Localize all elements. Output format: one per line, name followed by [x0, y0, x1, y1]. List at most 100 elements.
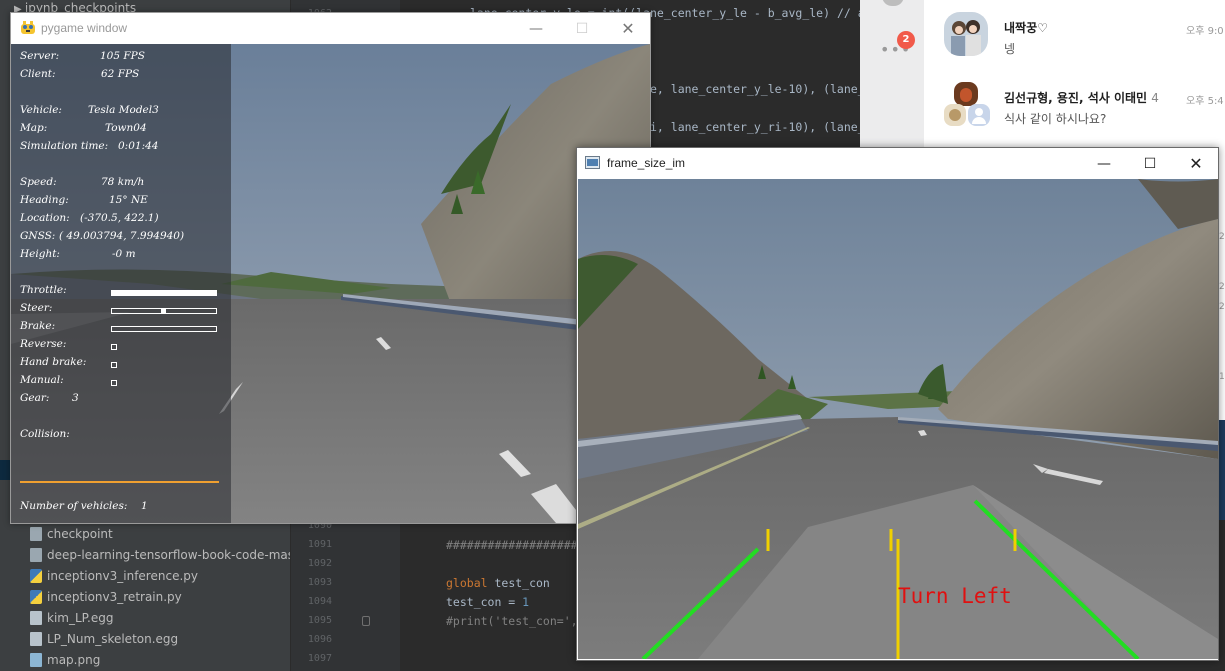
- left-lane-line: [641, 547, 760, 659]
- chat-last-message: 넹: [1004, 42, 1016, 56]
- breakpoint-marker[interactable]: [362, 616, 370, 626]
- close-button[interactable]: ✕: [1173, 148, 1219, 179]
- unread-badge: 2: [897, 31, 915, 49]
- hud-label: Location:: [20, 212, 70, 224]
- reverse-checkbox: [111, 344, 117, 350]
- tree-file-zip[interactable]: deep-learning-tensorflow-book-code-maste…: [30, 548, 320, 562]
- hud-value: 105 FPS: [100, 50, 145, 62]
- hud-label: GNSS:: [20, 230, 56, 242]
- chat-last-message: 식사 같이 하시나요?: [1004, 112, 1107, 126]
- zip-icon: [30, 548, 42, 562]
- hud-label: Reverse:: [20, 338, 67, 350]
- minimize-button[interactable]: —: [513, 13, 559, 44]
- hud-value: 3: [72, 392, 79, 404]
- chat-name: 김선규형, 용진, 석사 이태민 4: [1004, 89, 1159, 106]
- chat-bubble-icon[interactable]: [882, 0, 904, 6]
- lane-detection-view[interactable]: Turn Left: [578, 179, 1218, 659]
- hud-label: Vehicle:: [20, 104, 62, 116]
- line-number: 1096: [307, 634, 332, 645]
- manual-checkbox: [111, 380, 117, 386]
- hud-value: Town04: [105, 122, 147, 134]
- tree-file-label: inceptionv3_retrain.py: [47, 590, 182, 604]
- right-lane-line: [973, 499, 1140, 659]
- code-line: e, lane_center_y_le-10), (lane_cent: [650, 82, 893, 96]
- edge-char: 2: [1219, 232, 1225, 242]
- frame-titlebar[interactable]: frame_size_im — ☐ ✕: [577, 148, 1218, 179]
- throttle-bar: [111, 290, 217, 296]
- hud-label: Hand brake:: [20, 356, 87, 368]
- tree-file-kim-lp[interactable]: kim_LP.egg: [30, 611, 113, 625]
- background-window-edge: 2 2 2 1: [1219, 150, 1225, 420]
- line-number: 1093: [307, 577, 332, 588]
- tree-file-retrain[interactable]: inceptionv3_retrain.py: [30, 590, 182, 604]
- tree-file-label: inceptionv3_inference.py: [47, 569, 198, 583]
- line-number: 1092: [307, 558, 332, 569]
- edge-char: 1: [1219, 372, 1225, 382]
- hud-value: (-370.5, 422.1): [80, 212, 159, 224]
- frame-size-window[interactable]: frame_size_im — ☐ ✕ Turn Left: [576, 147, 1219, 661]
- file-icon: [30, 632, 42, 646]
- hud-label: Server:: [20, 50, 60, 62]
- hud-value: 15° NE: [109, 194, 148, 206]
- hud-label: Client:: [20, 68, 56, 80]
- tree-file-label: kim_LP.egg: [47, 611, 114, 625]
- window-title: pygame window: [41, 21, 128, 35]
- tree-file-lp-num[interactable]: LP_Num_skeleton.egg: [30, 632, 178, 646]
- maximize-button[interactable]: ☐: [1127, 148, 1173, 179]
- python-file-icon: [30, 590, 42, 604]
- simulation-view[interactable]: Server: 105 FPS Client: 62 FPS Vehicle: …: [11, 44, 650, 523]
- hud-label: Speed:: [20, 176, 57, 188]
- steer-indicator: [161, 308, 166, 314]
- image-file-icon: [30, 653, 42, 667]
- member-count: 4: [1151, 91, 1159, 105]
- close-button[interactable]: ✕: [605, 13, 651, 44]
- hud-value: Tesla Model3: [88, 104, 159, 116]
- hud-label: Manual:: [20, 374, 64, 386]
- hud-value: 0:01:44: [118, 140, 159, 152]
- avatar: [944, 12, 988, 56]
- hud-label: Simulation time:: [20, 140, 109, 152]
- tree-file-map[interactable]: map.png: [30, 653, 100, 667]
- steer-bar: [111, 308, 217, 314]
- hud-label: Heading:: [20, 194, 69, 206]
- tree-file-label: LP_Num_skeleton.egg: [47, 632, 179, 646]
- collision-graph: [20, 481, 219, 483]
- edge-char: 2: [1219, 302, 1225, 312]
- minimize-button[interactable]: —: [1081, 148, 1127, 179]
- hud-label: Collision:: [20, 428, 70, 440]
- code-line: i, lane_center_y_ri-10), (lane_cent: [650, 120, 893, 134]
- hud-value: 62 FPS: [101, 68, 140, 80]
- hud-label: Gear:: [20, 392, 50, 404]
- hud-value: -0 m: [112, 248, 136, 260]
- pygame-titlebar[interactable]: pygame window — ☐ ✕: [11, 13, 650, 44]
- hud-label: Height:: [20, 248, 60, 260]
- tree-file-checkpoint[interactable]: checkpoint: [30, 527, 113, 541]
- tree-selection-marker: [0, 460, 10, 480]
- line-number: 1095: [307, 615, 332, 626]
- chat-sidebar-rail: [860, 0, 924, 150]
- brake-bar: [111, 326, 217, 332]
- edge-char: 2: [1219, 282, 1225, 292]
- chat-item[interactable]: 내짝꿍♡ 넹 오후 9:0: [924, 4, 1225, 64]
- hud-value: 78 km/h: [101, 176, 145, 188]
- code-line: test_con = 1: [446, 595, 530, 609]
- pygame-window[interactable]: pygame window — ☐ ✕ Server: 105 FPS Clie…: [10, 12, 651, 524]
- hud-value: ( 49.003794, 7.994940): [59, 230, 185, 242]
- hud-label: Number of vehicles:: [20, 500, 128, 512]
- throttle-bar-fill: [112, 291, 216, 295]
- tree-file-label: deep-learning-tensorflow-book-code-maste…: [47, 548, 321, 562]
- window-title: frame_size_im: [607, 156, 686, 170]
- chat-item[interactable]: 김선규형, 용진, 석사 이태민 4 식사 같이 하시나요? 오후 5:4: [924, 74, 1225, 134]
- window-app-icon: [585, 156, 600, 169]
- line-number: 1097: [307, 653, 332, 664]
- maximize-button[interactable]: ☐: [559, 13, 605, 44]
- chat-time: 오후 5:4: [1186, 96, 1224, 107]
- line-number: 1091: [307, 539, 332, 550]
- code-line: global test_con: [446, 576, 550, 590]
- group-avatar: [944, 82, 990, 128]
- chat-time: 오후 9:0: [1186, 26, 1224, 37]
- python-file-icon: [30, 569, 42, 583]
- hud-label: Steer:: [20, 302, 53, 314]
- tree-file-label: map.png: [47, 653, 101, 667]
- tree-file-inference[interactable]: inceptionv3_inference.py: [30, 569, 198, 583]
